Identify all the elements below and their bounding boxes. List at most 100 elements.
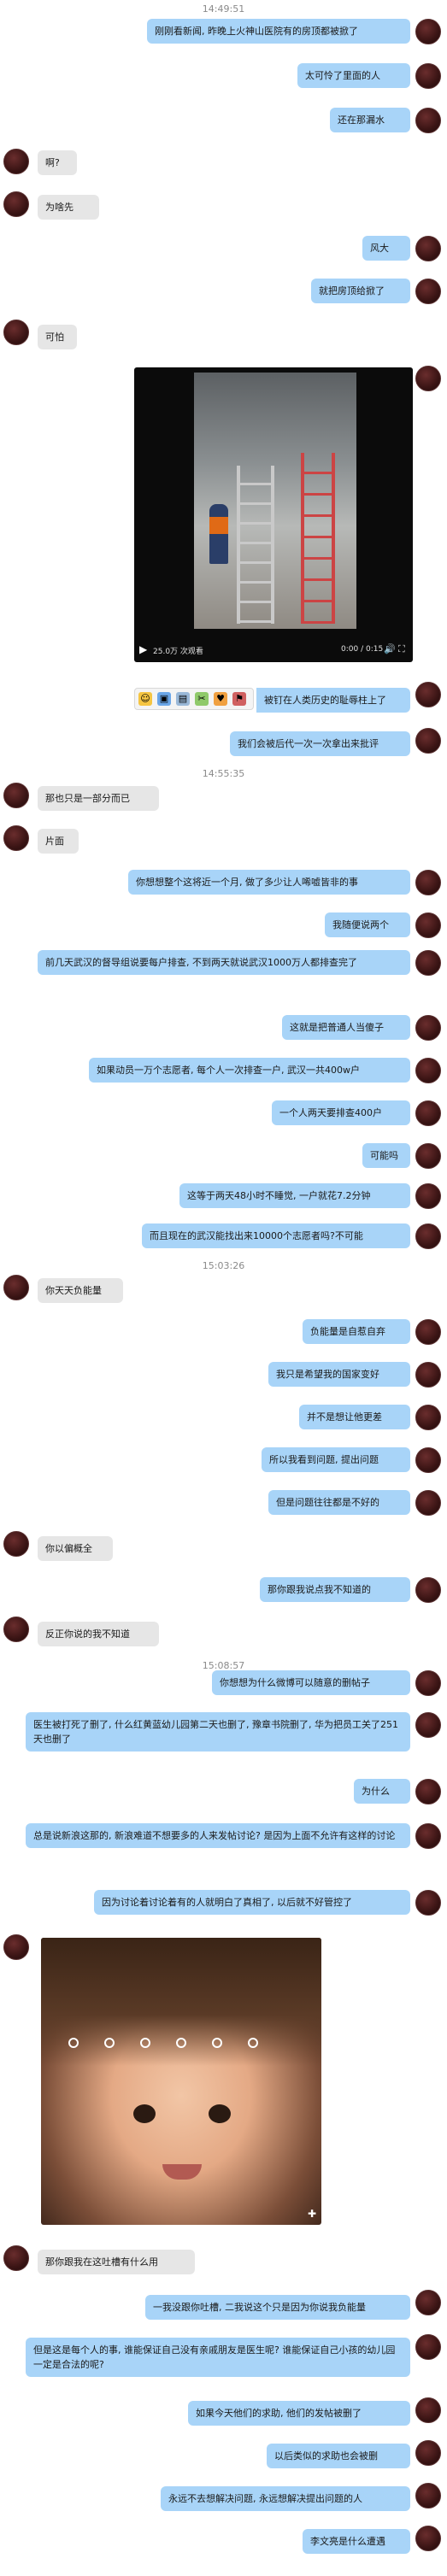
contact-avatar[interactable]: [3, 1531, 29, 1557]
my-avatar[interactable]: [415, 2290, 441, 2315]
message-bubble[interactable]: 这等于两天48小时不睡觉, 一户就花7.2分钟: [179, 1183, 410, 1208]
message-bubble[interactable]: 你想想整个这将近一个月, 做了多少让人唏嘘皆非的事: [128, 870, 410, 895]
my-avatar[interactable]: [415, 912, 441, 938]
message-bubble[interactable]: 一个人两天要排查400户: [272, 1100, 410, 1125]
screenshot-icon[interactable]: ✂: [195, 692, 209, 706]
my-avatar[interactable]: [415, 63, 441, 89]
video-message[interactable]: ▶ 25.0万 次观看 0:00 / 0:15 🔊 ⛶: [134, 367, 413, 662]
zoom-icon[interactable]: ✚: [308, 2208, 316, 2220]
my-avatar[interactable]: [415, 108, 441, 133]
message-bubble[interactable]: 可能吗: [362, 1143, 410, 1168]
image-message[interactable]: ✚: [41, 1938, 321, 2225]
message-bubble[interactable]: 刚刚看新闻, 昨晚上火神山医院有的房顶都被掀了: [147, 19, 410, 44]
volume-icon[interactable]: 🔊: [384, 643, 396, 654]
contact-avatar[interactable]: [3, 783, 29, 808]
my-avatar[interactable]: [415, 2334, 441, 2360]
my-avatar[interactable]: [415, 682, 441, 707]
emoji-icon[interactable]: ☺: [138, 692, 152, 706]
contact-avatar[interactable]: [3, 2245, 29, 2271]
message-bubble[interactable]: 一我没跟你吐槽, 二我说这个只是因为你说我负能量: [145, 2295, 410, 2320]
message-bubble[interactable]: 永远不去想解决问题, 永远想解决提出问题的人: [161, 2486, 410, 2511]
my-avatar[interactable]: [415, 19, 441, 44]
message-bubble[interactable]: 你想想为什么微博可以随意的删帖子: [212, 1670, 410, 1695]
contact-avatar[interactable]: [3, 1934, 29, 1960]
message-bubble[interactable]: 而且现在的武汉能找出来10000个志愿者吗?不可能: [142, 1223, 410, 1248]
message-bubble[interactable]: 负能量是自惹自弃: [303, 1319, 410, 1344]
message-bubble[interactable]: 那你跟我说点我不知道的: [260, 1577, 410, 1602]
my-avatar[interactable]: [415, 1362, 441, 1388]
my-avatar[interactable]: [415, 2483, 441, 2509]
my-avatar[interactable]: [415, 1058, 441, 1083]
message-bubble[interactable]: 为什么: [354, 1779, 410, 1804]
message-bubble[interactable]: 你天天负能量: [38, 1278, 123, 1303]
contact-avatar[interactable]: [3, 825, 29, 851]
my-avatar[interactable]: [415, 1143, 441, 1169]
message-bubble[interactable]: 你以偏概全: [38, 1536, 113, 1561]
message-bubble[interactable]: 那也只是一部分而已: [38, 786, 159, 811]
message-bubble[interactable]: 啊?: [38, 150, 77, 175]
image-icon[interactable]: ▣: [157, 692, 171, 706]
video-frame: [209, 504, 228, 564]
file-icon[interactable]: ▤: [176, 692, 190, 706]
message-bubble[interactable]: 所以我看到问题, 提出问题: [262, 1447, 410, 1472]
message-bubble[interactable]: 如果今天他们的求助, 他们的发帖被删了: [188, 2401, 410, 2426]
message-bubble[interactable]: 李文亮是什么遭遇: [303, 2529, 410, 2554]
flag-icon[interactable]: ⚑: [232, 692, 246, 706]
message-bubble[interactable]: 以后类似的求助也会被删: [267, 2444, 410, 2468]
my-avatar[interactable]: [415, 1447, 441, 1473]
contact-avatar[interactable]: [3, 191, 29, 217]
my-avatar[interactable]: [415, 2440, 441, 2466]
message-bubble[interactable]: 我只是希望我的国家变好: [268, 1362, 410, 1387]
my-avatar[interactable]: [415, 1015, 441, 1041]
message-bubble[interactable]: 还在那漏水: [330, 108, 410, 132]
message-bubble[interactable]: 前几天武汉的督导组说要每户排查, 不到两天就说武汉1000万人都排查完了: [38, 950, 410, 975]
my-avatar[interactable]: [415, 870, 441, 895]
my-avatar[interactable]: [415, 2526, 441, 2551]
message-bubble[interactable]: 片面: [38, 829, 79, 854]
my-avatar[interactable]: [415, 366, 441, 391]
chat-window[interactable]: 14:49:51 刚刚看新闻, 昨晚上火神山医院有的房顶都被掀了 太可怜了里面的…: [0, 0, 447, 2576]
message-bubble[interactable]: 反正你说的我不知道: [38, 1622, 159, 1646]
my-avatar[interactable]: [415, 1319, 441, 1345]
message-bubble[interactable]: 就把房顶给掀了: [311, 279, 410, 303]
contact-avatar[interactable]: [3, 1275, 29, 1300]
my-avatar[interactable]: [415, 1183, 441, 1209]
my-avatar[interactable]: [415, 1779, 441, 1804]
my-avatar[interactable]: [415, 1405, 441, 1430]
message-bubble[interactable]: 总是说新浪这那的, 新浪难道不想要多的人来发帖讨论? 是因为上面不允许有这样的讨…: [26, 1823, 410, 1848]
gift-icon[interactable]: ♥: [214, 692, 227, 706]
my-avatar[interactable]: [415, 1890, 441, 1916]
my-avatar[interactable]: [415, 2397, 441, 2423]
contact-avatar[interactable]: [3, 1617, 29, 1642]
message-bubble[interactable]: 被钉在人类历史的耻辱柱上了: [256, 688, 410, 713]
message-bubble[interactable]: 医生被打死了删了, 什么红黄蓝幼儿园第二天也删了, 豫章书院删了, 华为把员工关…: [26, 1712, 410, 1752]
message-bubble[interactable]: 这就是把普通人当傻子: [282, 1015, 410, 1040]
my-avatar[interactable]: [415, 1577, 441, 1603]
message-bubble[interactable]: 风大: [362, 236, 410, 261]
message-bubble[interactable]: 但是问题往往都是不好的: [268, 1490, 410, 1515]
my-avatar[interactable]: [415, 236, 441, 261]
message-bubble[interactable]: 那你跟我在这吐槽有什么用: [38, 2250, 195, 2274]
my-avatar[interactable]: [415, 1223, 441, 1249]
message-bubble[interactable]: 如果动员一万个志愿者, 每个人一次排查一户, 武汉一共400w户: [89, 1058, 410, 1083]
message-bubble[interactable]: 可怕: [38, 325, 77, 349]
my-avatar[interactable]: [415, 1490, 441, 1516]
fullscreen-icon[interactable]: ⛶: [398, 643, 405, 655]
message-bubble[interactable]: 因为讨论着讨论着有的人就明白了真相了, 以后就不好管控了: [94, 1890, 410, 1915]
my-avatar[interactable]: [415, 1100, 441, 1126]
my-avatar[interactable]: [415, 950, 441, 976]
message-bubble[interactable]: 我们会被后代一次一次拿出来批评: [230, 731, 410, 756]
my-avatar[interactable]: [415, 728, 441, 754]
play-icon[interactable]: ▶: [139, 643, 147, 655]
my-avatar[interactable]: [415, 279, 441, 304]
message-bubble[interactable]: 我随便说两个: [325, 912, 410, 937]
contact-avatar[interactable]: [3, 320, 29, 345]
my-avatar[interactable]: [415, 1823, 441, 1849]
my-avatar[interactable]: [415, 1712, 441, 1738]
message-bubble[interactable]: 但是这是每个人的事, 谁能保证自己没有亲戚朋友是医生呢? 谁能保证自己小孩的幼儿…: [26, 2338, 410, 2377]
my-avatar[interactable]: [415, 1670, 441, 1696]
message-bubble[interactable]: 并不是想让他更差: [299, 1405, 410, 1429]
contact-avatar[interactable]: [3, 149, 29, 174]
message-bubble[interactable]: 为啥先: [38, 195, 99, 220]
message-bubble[interactable]: 太可怜了里面的人: [297, 63, 410, 88]
